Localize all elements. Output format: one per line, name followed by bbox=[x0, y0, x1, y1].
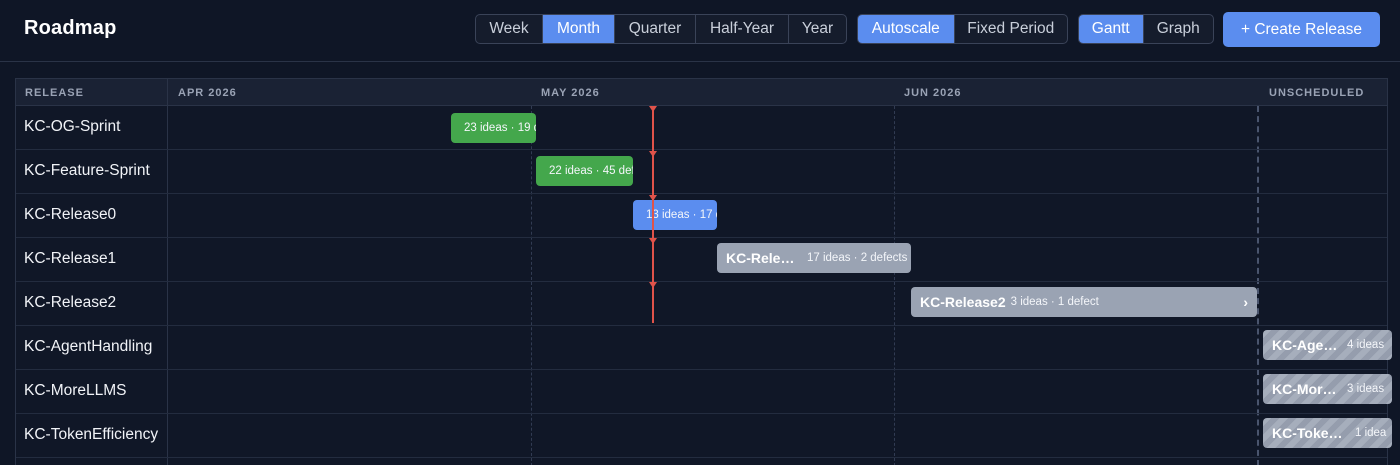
page-title: Roadmap bbox=[24, 17, 117, 39]
release-name[interactable]: KC-MoreLLMS bbox=[24, 382, 127, 400]
release-bar-kc-og-sprint[interactable]: 23 ideas · 19 defects bbox=[451, 113, 536, 143]
release-bar-kc-release2[interactable]: KC-Release2 3 ideas · 1 defect › bbox=[911, 287, 1257, 317]
gantt-view-button[interactable]: Gantt bbox=[1079, 15, 1144, 43]
release-row[interactable]: KC-OG-Sprint bbox=[16, 106, 1387, 150]
release-bar-stats: 13 ideas · 17 defects bbox=[646, 209, 717, 221]
release-bar-stats: 3 ideas · 1 defect bbox=[1010, 296, 1099, 308]
scale-selector: Autoscale Fixed Period bbox=[857, 14, 1068, 44]
period-week-button[interactable]: Week bbox=[476, 15, 543, 43]
release-bar-kc-release0[interactable]: 13 ideas · 17 defects bbox=[633, 200, 717, 230]
release-name[interactable]: KC-Release2 bbox=[24, 294, 116, 312]
release-bar-title: KC-Release1 bbox=[726, 250, 800, 266]
period-selector: Week Month Quarter Half-Year Year bbox=[475, 14, 847, 44]
column-header-may-2026: MAY 2026 bbox=[541, 87, 600, 99]
release-bar-title: KC-TokenEfficiency bbox=[1272, 425, 1348, 441]
release-bar-stats: 22 ideas · 45 defects bbox=[549, 165, 633, 177]
period-half-year-button[interactable]: Half-Year bbox=[696, 15, 789, 43]
autoscale-button[interactable]: Autoscale bbox=[858, 15, 955, 43]
release-bar-kc-tokenefficiency[interactable]: KC-TokenEfficiency 1 idea bbox=[1263, 418, 1392, 448]
timeline-header: RELEASE APR 2026 MAY 2026 JUN 2026 UNSCH… bbox=[16, 79, 1387, 106]
today-marker-icon bbox=[649, 238, 657, 244]
chevron-right-icon[interactable]: › bbox=[1243, 294, 1248, 310]
period-month-button[interactable]: Month bbox=[543, 15, 615, 43]
release-row[interactable]: KC-TokenEfficiency bbox=[16, 414, 1387, 458]
period-quarter-button[interactable]: Quarter bbox=[615, 15, 696, 43]
release-bar-stats: 1 idea bbox=[1355, 427, 1387, 439]
release-name[interactable]: KC-Feature-Sprint bbox=[24, 162, 150, 180]
fixed-period-button[interactable]: Fixed Period bbox=[955, 15, 1067, 43]
column-header-release: RELEASE bbox=[25, 87, 84, 99]
toolbar: Roadmap Week Month Quarter Half-Year Yea… bbox=[0, 0, 1400, 62]
release-bar-kc-release1[interactable]: KC-Release1 17 ideas · 2 defects bbox=[717, 243, 911, 273]
release-name[interactable]: KC-Release0 bbox=[24, 206, 116, 224]
release-name[interactable]: KC-AgentHandling bbox=[24, 338, 152, 356]
release-bar-title: KC-Release2 bbox=[920, 294, 1006, 310]
release-name[interactable]: KC-OG-Sprint bbox=[24, 118, 120, 136]
period-year-button[interactable]: Year bbox=[789, 15, 846, 43]
roadmap-gantt: RELEASE APR 2026 MAY 2026 JUN 2026 UNSCH… bbox=[15, 78, 1388, 465]
column-header-jun-2026: JUN 2026 bbox=[904, 87, 962, 99]
release-bar-kc-feature-sprint[interactable]: 22 ideas · 45 defects bbox=[536, 156, 633, 186]
release-row[interactable]: KC-AgentHandling bbox=[16, 326, 1387, 370]
today-marker-icon bbox=[649, 282, 657, 288]
release-bar-title: KC-MoreLLMS bbox=[1272, 381, 1340, 397]
graph-view-button[interactable]: Graph bbox=[1144, 15, 1213, 43]
today-marker-icon bbox=[649, 151, 657, 157]
release-bar-stats: 23 ideas · 19 defects bbox=[464, 122, 536, 134]
release-bar-kc-morellms[interactable]: KC-MoreLLMS 3 ideas bbox=[1263, 374, 1392, 404]
create-release-button[interactable]: + Create Release bbox=[1223, 12, 1380, 47]
release-row[interactable]: KC-MoreLLMS bbox=[16, 370, 1387, 414]
column-header-unscheduled: UNSCHEDULED bbox=[1269, 87, 1365, 99]
release-bar-stats: 17 ideas · 2 defects bbox=[807, 252, 908, 264]
release-name[interactable]: KC-TokenEfficiency bbox=[24, 426, 158, 444]
release-bar-stats: 4 ideas bbox=[1347, 339, 1385, 351]
today-line bbox=[652, 106, 654, 323]
column-header-apr-2026: APR 2026 bbox=[178, 87, 237, 99]
today-marker-icon bbox=[649, 106, 657, 112]
release-bar-kc-agenthandling[interactable]: KC-AgentHandling 4 ideas bbox=[1263, 330, 1392, 360]
release-bar-stats: 3 ideas bbox=[1347, 383, 1385, 395]
release-row[interactable]: KC-Release1 bbox=[16, 238, 1387, 282]
view-selector: Gantt Graph bbox=[1078, 14, 1214, 44]
today-marker-icon bbox=[649, 195, 657, 201]
release-row[interactable]: KC-Feature-Sprint bbox=[16, 150, 1387, 194]
release-bar-title: KC-AgentHandling bbox=[1272, 337, 1340, 353]
release-name[interactable]: KC-Release1 bbox=[24, 250, 116, 268]
